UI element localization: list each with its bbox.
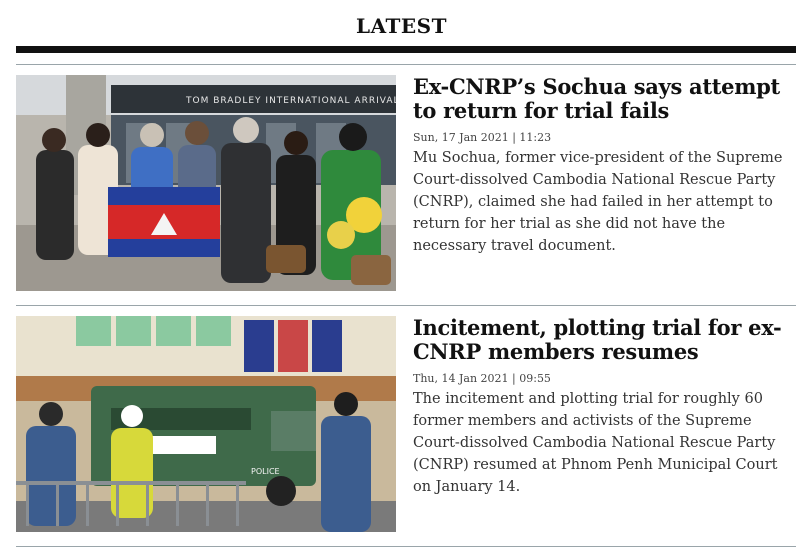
article-summary: The incitement and plotting trial for ro… [413, 391, 778, 495]
article-card[interactable]: POLICE Incitement, plotting trial for ex… [16, 316, 796, 532]
article-divider [16, 64, 796, 65]
article-summary: Mu Sochua, former vice-president of the … [413, 150, 783, 254]
article-headline[interactable]: Incitement, plotting trial for ex-CNRP m… [413, 316, 796, 364]
article-photo-airport: TOM BRADLEY INTERNATIONAL ARRIVALS [16, 75, 396, 291]
terminal-sign: TOM BRADLEY INTERNATIONAL ARRIVALS [185, 96, 396, 106]
section-divider [16, 46, 796, 53]
article-thumbnail[interactable]: TOM BRADLEY INTERNATIONAL ARRIVALS [16, 75, 396, 291]
article-photo-court: POLICE [16, 316, 396, 532]
article-divider [16, 546, 796, 547]
truck-plate: POLICE [251, 467, 280, 476]
section-title: LATEST [356, 14, 447, 38]
article-card[interactable]: TOM BRADLEY INTERNATIONAL ARRIVALS Ex-CN… [16, 75, 796, 291]
article-text: Ex-CNRP’s Sochua says attempt to return … [413, 75, 796, 257]
article-text: Incitement, plotting trial for ex-CNRP m… [413, 316, 796, 498]
article-headline[interactable]: Ex-CNRP’s Sochua says attempt to return … [413, 75, 796, 123]
article-date: Sun, 17 Jan 2021 | 11:23 [413, 131, 552, 144]
article-divider [16, 305, 796, 306]
article-thumbnail[interactable]: POLICE [16, 316, 396, 532]
article-date: Thu, 14 Jan 2021 | 09:55 [413, 372, 551, 385]
